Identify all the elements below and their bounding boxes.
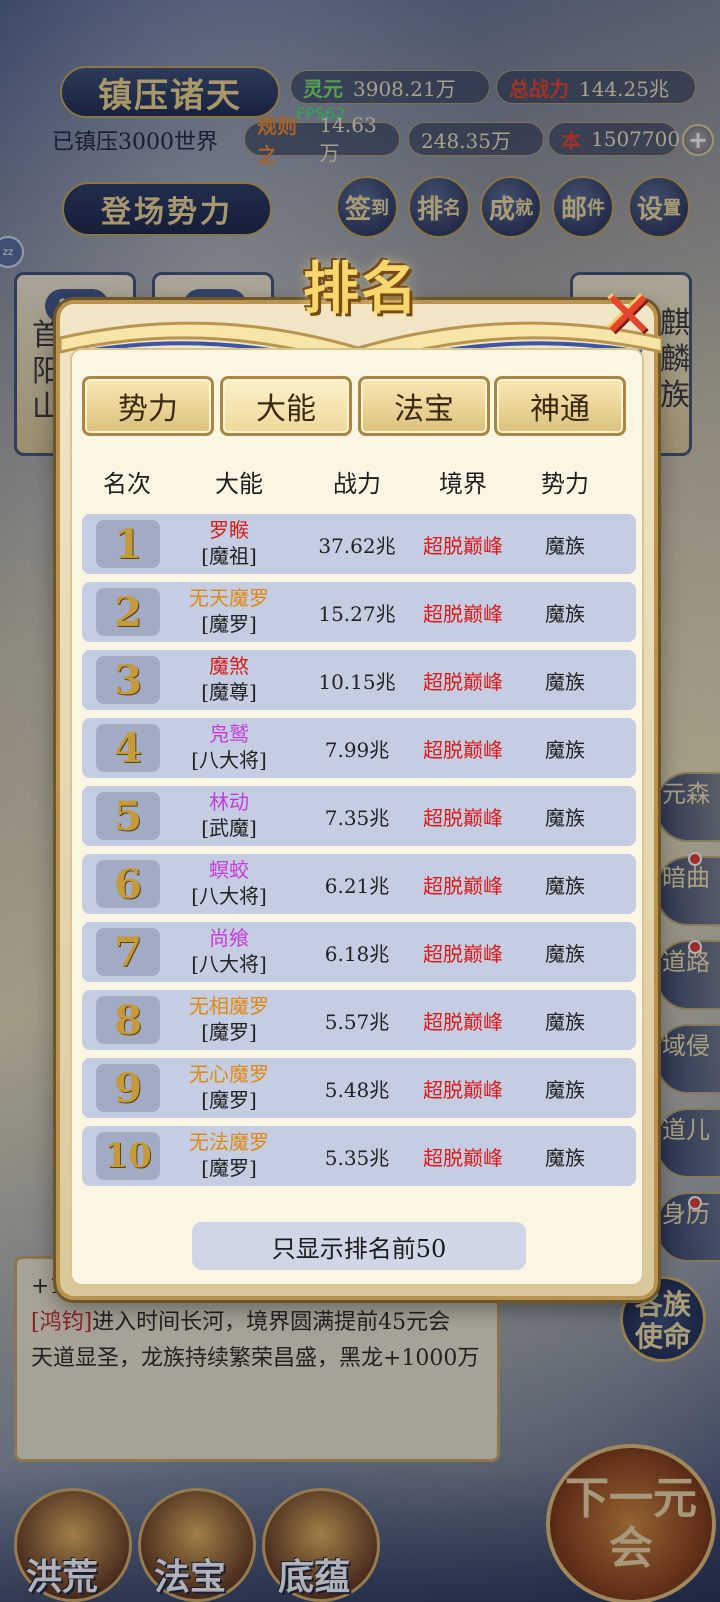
hero-power: 37.62兆 — [318, 534, 396, 558]
hero-faction: 魔族 — [545, 1078, 585, 1102]
hero-faction: 魔族 — [545, 670, 585, 694]
hero-name: 林动 — [209, 790, 249, 814]
col-power: 战力 — [333, 470, 381, 498]
table-row[interactable]: 1 罗睺 [魔祖] 37.62兆 超脱巅峰 魔族 — [82, 514, 636, 574]
hero-title: [魔罗] — [201, 1020, 257, 1044]
hero-realm: 超脱巅峰 — [423, 602, 503, 626]
tab-faction[interactable]: 势力 — [82, 376, 214, 436]
hero-realm: 超脱巅峰 — [423, 806, 503, 830]
hero-faction: 魔族 — [545, 1010, 585, 1034]
hero-name: 无法魔罗 — [189, 1130, 269, 1154]
table-row[interactable]: 5 林动 [武魔] 7.35兆 超脱巅峰 魔族 — [82, 786, 636, 846]
tab-treasure[interactable]: 法宝 — [358, 376, 490, 436]
hero-name: 无天魔罗 — [189, 586, 269, 610]
hero-power: 7.35兆 — [324, 806, 390, 830]
hero-power: 5.35兆 — [324, 1146, 390, 1170]
col-name: 大能 — [215, 470, 263, 498]
rank-badge: 7 — [96, 928, 160, 976]
hero-title: [魔祖] — [201, 544, 257, 568]
hero-faction: 魔族 — [545, 534, 585, 558]
hero-name: 魔煞 — [209, 654, 249, 678]
rank-badge: 3 — [96, 656, 160, 704]
hero-power: 10.15兆 — [318, 670, 396, 694]
hero-title: [八大将] — [191, 952, 267, 976]
hero-faction: 魔族 — [545, 602, 585, 626]
hero-power: 7.99兆 — [324, 738, 390, 762]
hero-power: 6.21兆 — [324, 874, 390, 898]
hero-faction: 魔族 — [545, 1146, 585, 1170]
hero-realm: 超脱巅峰 — [423, 1010, 503, 1034]
hero-realm: 超脱巅峰 — [423, 738, 503, 762]
hero-name: 螟蛟 — [209, 858, 249, 882]
table-row[interactable]: 3 魔煞 [魔尊] 10.15兆 超脱巅峰 魔族 — [82, 650, 636, 710]
col-realm: 境界 — [439, 470, 487, 498]
hero-faction: 魔族 — [545, 874, 585, 898]
hero-realm: 超脱巅峰 — [423, 670, 503, 694]
table-header: 名次 大能 战力 境界 势力 — [82, 464, 640, 504]
hero-name: 凫鹫 — [209, 722, 249, 746]
hero-realm: 超脱巅峰 — [423, 1146, 503, 1170]
col-rank: 名次 — [103, 470, 151, 498]
hero-name: 罗睺 — [209, 518, 249, 542]
hero-faction: 魔族 — [545, 738, 585, 762]
hero-faction: 魔族 — [545, 806, 585, 830]
hero-faction: 魔族 — [545, 942, 585, 966]
hero-power: 6.18兆 — [324, 942, 390, 966]
tab-powerhouse[interactable]: 大能 — [220, 376, 352, 436]
close-icon[interactable]: ✕ — [596, 284, 660, 348]
rank-badge: 9 — [96, 1064, 160, 1112]
table-row[interactable]: 10 无法魔罗 [魔罗] 5.35兆 超脱巅峰 魔族 — [82, 1126, 636, 1186]
rank-badge: 6 — [96, 860, 160, 908]
table-row[interactable]: 7 尚飨 [八大将] 6.18兆 超脱巅峰 魔族 — [82, 922, 636, 982]
dialog-title: 排名 — [303, 256, 419, 322]
tab-divine-skill[interactable]: 神通 — [494, 376, 626, 436]
table-row[interactable]: 2 无天魔罗 [魔罗] 15.27兆 超脱巅峰 魔族 — [82, 582, 636, 642]
hero-realm: 超脱巅峰 — [423, 1078, 503, 1102]
rank-badge: 5 — [96, 792, 160, 840]
hero-title: [武魔] — [201, 816, 257, 840]
hero-title: [魔尊] — [201, 680, 257, 704]
rank-badge: 8 — [96, 996, 160, 1044]
hero-title: [八大将] — [191, 748, 267, 772]
hero-name: 无心魔罗 — [189, 1062, 269, 1086]
table-row[interactable]: 8 无相魔罗 [魔罗] 5.57兆 超脱巅峰 魔族 — [82, 990, 636, 1050]
rank-badge: 10 — [96, 1132, 160, 1180]
hero-title: [魔罗] — [201, 1156, 257, 1180]
hero-realm: 超脱巅峰 — [423, 942, 503, 966]
ranking-tabs: 势力 大能 法宝 神通 — [82, 376, 642, 438]
hero-realm: 超脱巅峰 — [423, 534, 503, 558]
top-50-note: 只显示排名前50 — [192, 1222, 526, 1270]
hero-realm: 超脱巅峰 — [423, 874, 503, 898]
hero-title: [八大将] — [191, 884, 267, 908]
col-faction: 势力 — [541, 470, 589, 498]
rank-badge: 4 — [96, 724, 160, 772]
table-row[interactable]: 4 凫鹫 [八大将] 7.99兆 超脱巅峰 魔族 — [82, 718, 636, 778]
hero-power: 15.27兆 — [318, 602, 396, 626]
hero-title: [魔罗] — [201, 612, 257, 636]
hero-name: 无相魔罗 — [189, 994, 269, 1018]
hero-power: 5.57兆 — [324, 1010, 390, 1034]
rank-badge: 2 — [96, 588, 160, 636]
table-row[interactable]: 6 螟蛟 [八大将] 6.21兆 超脱巅峰 魔族 — [82, 854, 636, 914]
rank-badge: 1 — [96, 520, 160, 568]
hero-title: [魔罗] — [201, 1088, 257, 1112]
hero-power: 5.48兆 — [324, 1078, 390, 1102]
table-row[interactable]: 9 无心魔罗 [魔罗] 5.48兆 超脱巅峰 魔族 — [82, 1058, 636, 1118]
hero-name: 尚飨 — [209, 926, 249, 950]
